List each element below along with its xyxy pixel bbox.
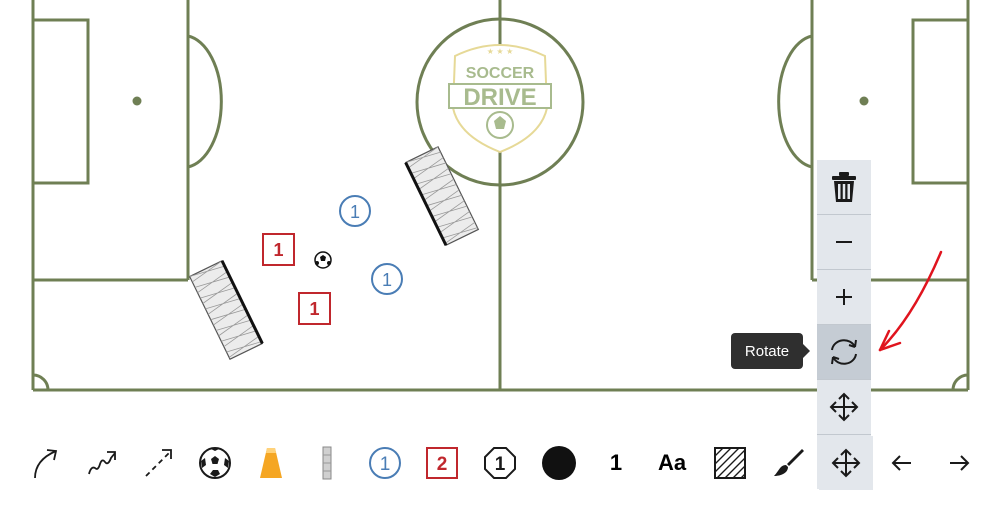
plus-icon [836,289,852,305]
octagon-player-icon: 1 [484,447,516,479]
shrink-button[interactable] [817,215,871,269]
dashed-arrow-icon [145,449,172,477]
hatched-area-tool[interactable] [705,436,755,490]
trash-icon [832,172,856,202]
move-button[interactable] [817,380,871,434]
player-number: 1 [382,270,392,290]
red-player-icon: 2 [426,447,458,479]
player-number: 1 [309,299,319,319]
soccer-drive-logo: SOCCER DRIVE ★ ★ ★ [448,44,552,154]
redo-arrow-icon [950,455,970,471]
blue-player-icon: 1 [369,447,401,479]
rotate-tooltip: Rotate [731,333,810,369]
move-icon [831,448,861,478]
minus-icon [836,241,852,243]
pole-icon [322,446,332,480]
delete-button[interactable] [817,160,871,214]
red-player-tool[interactable]: 2 [417,436,467,490]
move-tool[interactable] [819,436,873,490]
text-tool[interactable]: Aa [647,436,697,490]
red-player-token[interactable]: 1 [298,292,331,325]
curved-arrow-tool[interactable] [22,436,72,490]
dribble-arrow-icon [88,451,116,475]
penalty-spot-left [132,96,142,106]
enlarge-button[interactable] [817,270,871,324]
blue-player-token[interactable]: 1 [371,263,403,295]
logo-line2: DRIVE [463,84,536,111]
cone-icon [260,448,282,478]
undo-arrow-icon [891,455,911,471]
undo-button[interactable] [877,436,927,490]
dashed-arrow-tool[interactable] [134,436,184,490]
blue-player-token[interactable]: 1 [339,195,371,227]
curved-arrow-icon [34,449,58,479]
pole-tool[interactable] [302,436,352,490]
player-number: 1 [273,240,283,260]
goal-center[interactable] [404,145,480,247]
ball-on-pitch[interactable] [314,251,332,269]
brush-icon [774,449,804,476]
svg-text:★ ★ ★: ★ ★ ★ [487,47,514,56]
drawing-toolbar: 1 2 1 1 Aa [0,436,1000,490]
svg-text:1: 1 [495,454,506,475]
brush-tool[interactable] [763,436,813,490]
ball-icon [199,447,231,479]
player-number: 1 [350,202,360,222]
logo-line1: SOCCER [466,65,535,82]
octagon-player-tool[interactable]: 1 [475,436,525,490]
rotate-button[interactable] [817,325,871,379]
red-player-token[interactable]: 1 [262,233,295,266]
black-dot-icon [542,446,576,480]
number-tool-label: 1 [609,450,623,475]
hatched-area-icon [714,447,746,479]
penalty-spot-right [859,96,869,106]
cone-tool[interactable] [246,436,296,490]
svg-text:1: 1 [380,454,391,475]
ball-tool[interactable] [190,436,240,490]
blue-player-tool[interactable]: 1 [360,436,410,490]
goal-left[interactable] [188,259,264,361]
dribble-arrow-tool[interactable] [78,436,128,490]
svg-text:2: 2 [437,454,448,475]
annotation-arrow [878,250,943,352]
redo-button[interactable] [934,436,984,490]
black-dot-tool[interactable] [534,436,584,490]
number-tool[interactable]: 1 [591,436,641,490]
rotate-icon [831,339,857,365]
text-tool-label: Aa [657,450,687,475]
move-icon [829,392,859,422]
